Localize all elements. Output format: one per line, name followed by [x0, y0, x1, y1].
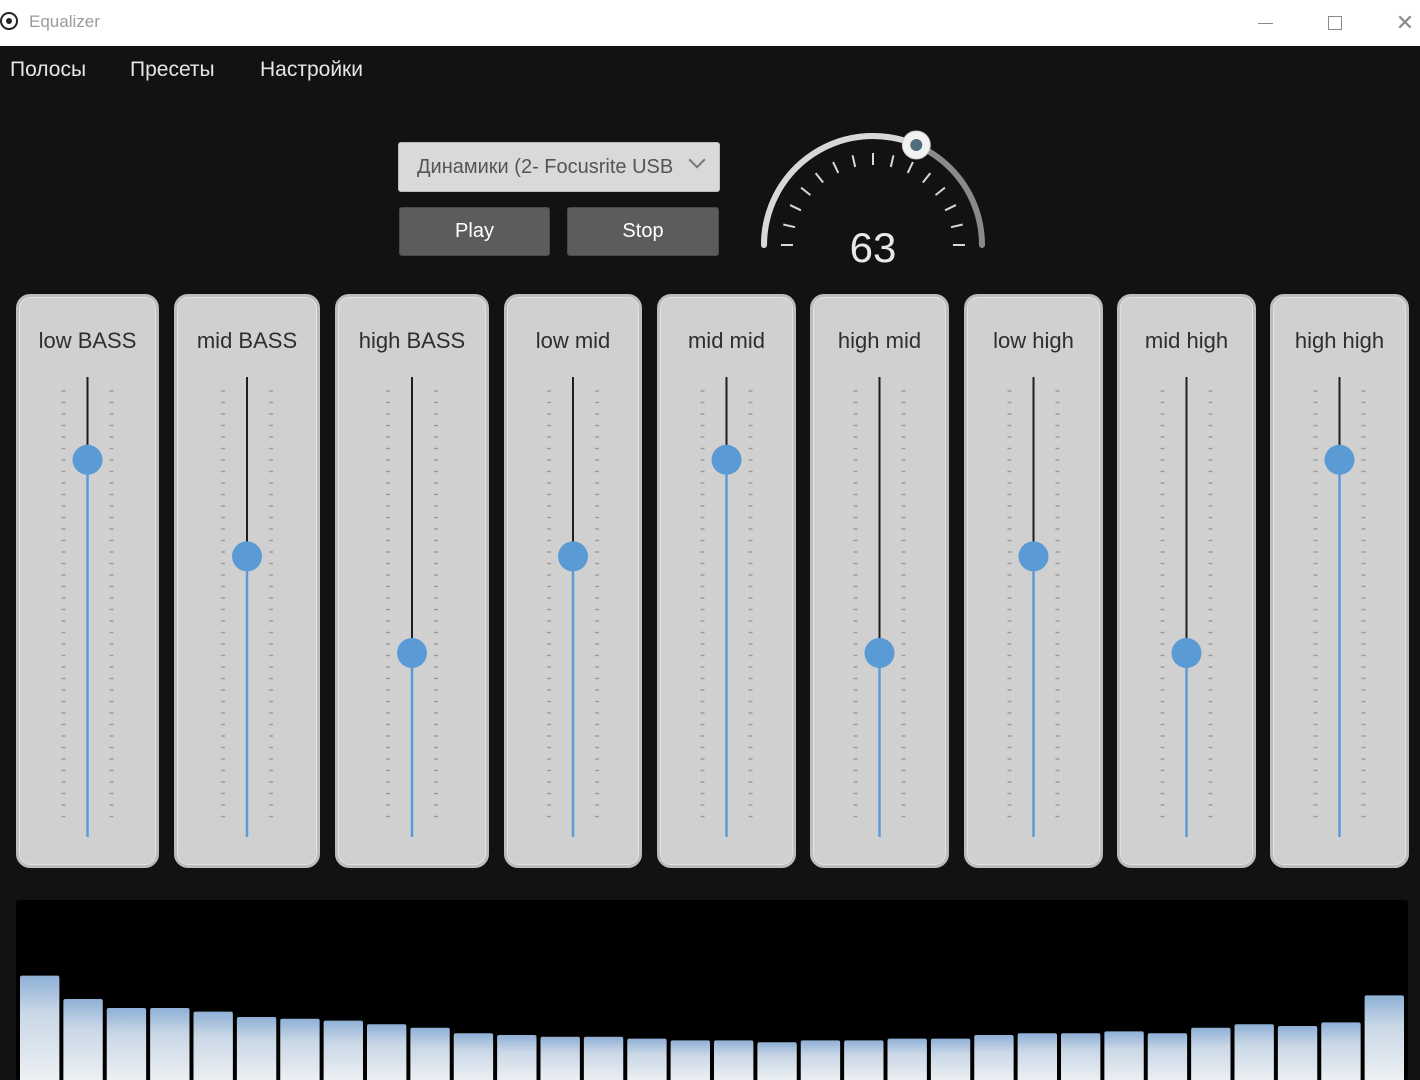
minimize-button[interactable]	[1232, 0, 1298, 46]
close-button[interactable]: ✕	[1372, 0, 1420, 46]
spectrum-bar	[800, 1040, 841, 1080]
spectrum-bar	[63, 999, 103, 1080]
spectrum-bar	[236, 1017, 277, 1080]
volume-tick	[889, 155, 895, 168]
band-slider[interactable]	[338, 297, 486, 865]
minimize-icon	[1257, 22, 1273, 24]
band-panel: mid mid	[657, 294, 796, 868]
band-slider[interactable]	[1273, 297, 1406, 865]
spectrum-bar	[974, 1035, 1014, 1080]
volume-tick	[814, 172, 824, 184]
band-panel: low high	[964, 294, 1103, 868]
menu-bar: Полосы Пресеты Настройки	[0, 46, 1420, 94]
maximize-icon	[1328, 16, 1342, 30]
spectrum-bar	[193, 1011, 233, 1080]
volume-tick	[800, 186, 812, 196]
menu-item-settings[interactable]: Настройки	[260, 58, 363, 82]
slider-thumb[interactable]	[1324, 444, 1355, 475]
spectrum-bar	[1364, 995, 1404, 1080]
spectrum-bar	[280, 1018, 320, 1080]
stop-button[interactable]: Stop	[567, 207, 719, 256]
slider-thumb[interactable]	[232, 541, 262, 572]
volume-value: 63	[849, 224, 897, 271]
slider-thumb[interactable]	[558, 541, 588, 572]
volume-tick	[922, 172, 932, 184]
band-panel: high high	[1270, 294, 1409, 868]
spectrum-bar	[1191, 1027, 1231, 1080]
app-icon	[0, 12, 18, 30]
band-panel: high mid	[810, 294, 949, 868]
band-slider[interactable]	[1120, 297, 1253, 865]
close-icon: ✕	[1395, 10, 1415, 35]
slider-thumb[interactable]	[864, 638, 895, 668]
band-slider[interactable]	[507, 297, 639, 865]
spectrum-bar	[887, 1038, 927, 1080]
band-panel: mid BASS	[174, 294, 320, 868]
spectrum-bar	[1017, 1033, 1057, 1080]
play-button[interactable]: Play	[399, 207, 550, 256]
slider-thumb[interactable]	[397, 638, 427, 668]
volume-tick	[789, 204, 802, 212]
band-panel: low BASS	[16, 294, 159, 868]
band-slider[interactable]	[660, 297, 793, 865]
volume-tick	[906, 161, 914, 174]
band-slider[interactable]	[813, 297, 946, 865]
spectrum-bar	[714, 1040, 754, 1080]
spectrum-bar	[1277, 1026, 1318, 1080]
spectrum-bar	[367, 1024, 407, 1080]
band-panel: mid high	[1117, 294, 1256, 868]
window-title: Equalizer	[29, 12, 100, 31]
spectrum-bar	[540, 1036, 580, 1080]
band-slider[interactable]	[19, 297, 156, 865]
output-device-value: Динамики (2- Focusrite USB Audio)	[417, 156, 675, 178]
spectrum-bar	[323, 1020, 363, 1080]
band-slider[interactable]	[967, 297, 1100, 865]
spectrum-bar	[1321, 1022, 1361, 1080]
menu-item-bands[interactable]: Полосы	[10, 58, 86, 82]
output-device-select[interactable]: Динамики (2- Focusrite USB Audio)	[398, 142, 720, 192]
maximize-button[interactable]	[1302, 0, 1368, 46]
title-bar: Equalizer ✕	[0, 0, 1420, 46]
spectrum-bar	[1234, 1024, 1274, 1080]
spectrum-bar	[930, 1038, 971, 1080]
volume-handle-dot	[910, 138, 923, 151]
volume-tick	[934, 186, 946, 196]
spectrum-bar	[1061, 1033, 1101, 1080]
spectrum-bar	[410, 1027, 450, 1080]
spectrum-bar	[20, 975, 60, 1080]
spectrum-bar	[670, 1040, 710, 1080]
slider-thumb[interactable]	[1171, 638, 1202, 668]
spectrum-bar	[1104, 1031, 1144, 1080]
menu-item-presets[interactable]: Пресеты	[130, 58, 215, 82]
spectrum-bars	[20, 975, 1404, 1080]
spectrum-bar	[497, 1035, 537, 1080]
volume-tick	[851, 155, 857, 168]
spectrum-bar	[583, 1036, 624, 1080]
spectrum-analyzer	[16, 900, 1408, 1080]
slider-thumb[interactable]	[711, 444, 742, 475]
spectrum-bar	[1147, 1033, 1188, 1080]
spectrum-bar	[844, 1040, 884, 1080]
spectrum-bar	[757, 1042, 797, 1080]
band-panel: high BASS	[335, 294, 489, 868]
slider-thumb[interactable]	[1018, 541, 1049, 572]
band-slider[interactable]	[177, 297, 317, 865]
band-panel: low mid	[504, 294, 642, 868]
slider-thumb[interactable]	[72, 444, 103, 475]
spectrum-bar	[106, 1008, 147, 1080]
spectrum-bar	[627, 1038, 667, 1080]
volume-knob[interactable]: 63	[752, 120, 992, 280]
spectrum-bar	[453, 1033, 494, 1080]
spectrum-bar	[150, 1008, 190, 1080]
volume-tick	[832, 161, 840, 174]
chevron-down-icon	[688, 151, 706, 169]
volume-tick	[944, 204, 957, 212]
